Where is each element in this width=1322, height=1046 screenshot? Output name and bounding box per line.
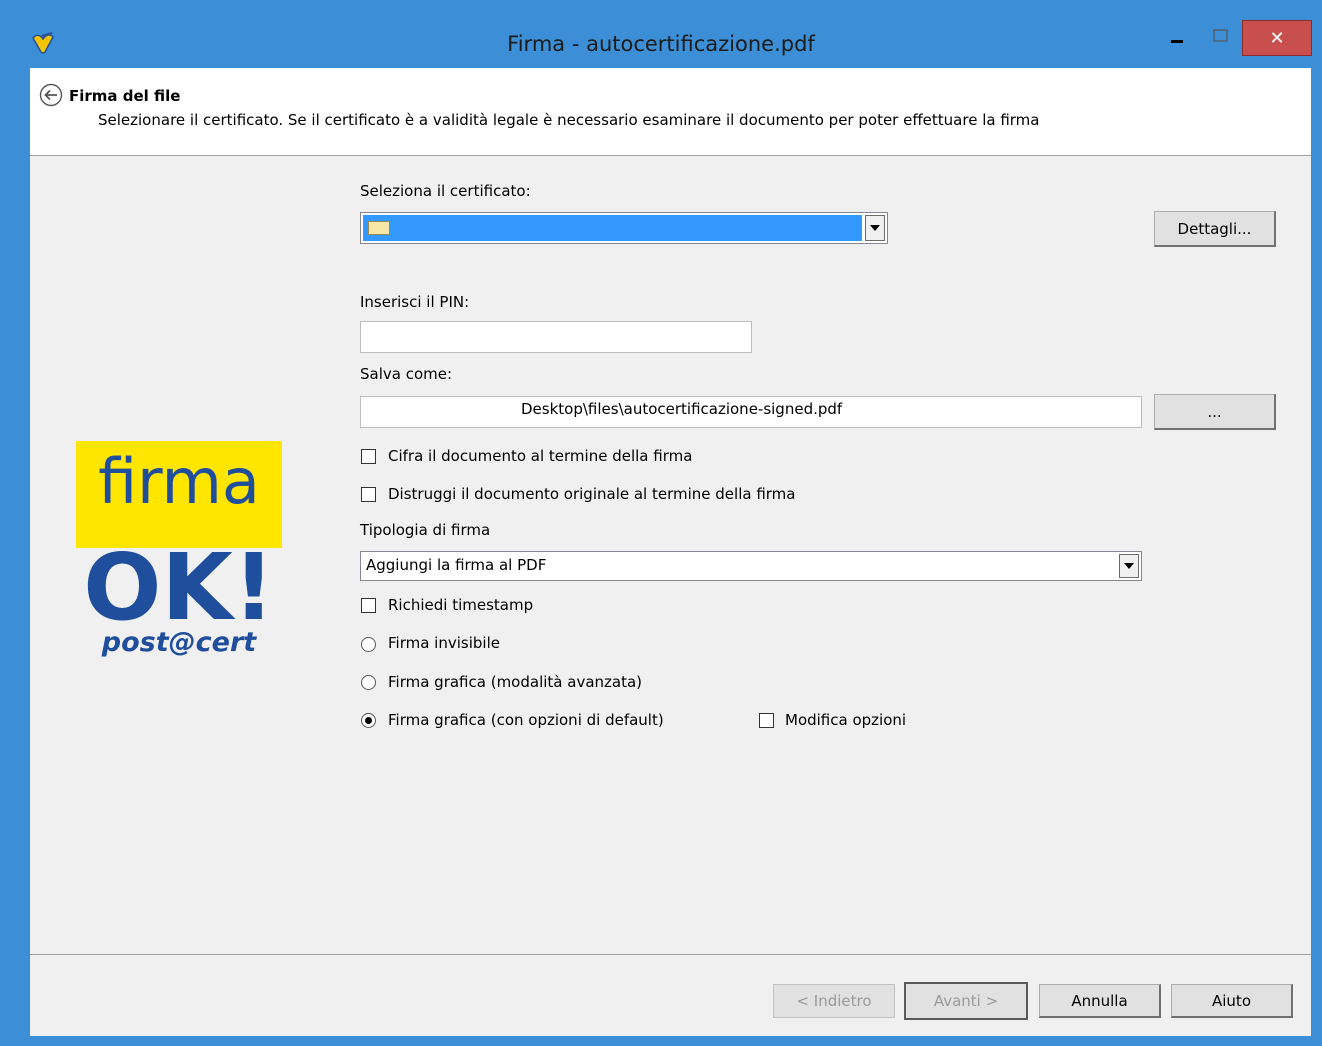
pin-input[interactable] <box>360 321 752 353</box>
chevron-down-icon[interactable] <box>865 215 885 241</box>
page-description: Selezionare il certificato. Se il certif… <box>98 111 1040 129</box>
save-path-value: Desktop\files\autocertificazione-signed.… <box>521 400 843 418</box>
default-graphic-signature-label[interactable]: Firma grafica (con opzioni di default) <box>388 711 664 729</box>
signature-type-select[interactable]: Aggiungi la firma al PDF <box>360 551 1142 581</box>
signature-type-value: Aggiungi la firma al PDF <box>366 556 547 574</box>
advanced-graphic-signature-radio[interactable] <box>361 675 376 690</box>
page-title: Firma del file <box>69 87 181 105</box>
firmaok-logo: firma OK! post@cert <box>76 441 282 658</box>
signature-type-label: Tipologia di firma <box>360 521 491 539</box>
advanced-graphic-signature-label[interactable]: Firma grafica (modalità avanzata) <box>388 673 642 691</box>
pin-label: Inserisci il PIN: <box>360 293 470 311</box>
certificate-icon <box>368 221 390 235</box>
close-icon: ✕ <box>1269 27 1285 49</box>
svg-text:post@cert: post@cert <box>101 627 257 658</box>
window-title: Firma - autocertificazione.pdf <box>507 32 815 56</box>
save-path-input[interactable]: Desktop\files\autocertificazione-signed.… <box>360 396 1142 428</box>
title-bar[interactable]: Firma - autocertificazione.pdf ✕ <box>0 0 1322 68</box>
timestamp-checkbox-label[interactable]: Richiedi timestamp <box>388 596 533 614</box>
next-button[interactable]: Avanti > <box>904 982 1028 1020</box>
save-as-label: Salva come: <box>360 365 453 383</box>
back-button[interactable]: < Indietro <box>773 984 895 1018</box>
timestamp-checkbox[interactable] <box>361 598 376 613</box>
svg-text:firma: firma <box>98 445 260 518</box>
chevron-down-icon[interactable] <box>1119 554 1139 578</box>
wizard-header: Firma del file Selezionare il certificat… <box>30 68 1311 156</box>
details-button[interactable]: Dettagli... <box>1154 211 1276 247</box>
svg-text:OK!: OK! <box>83 534 274 641</box>
cancel-button[interactable]: Annulla <box>1039 984 1161 1018</box>
help-button[interactable]: Aiuto <box>1171 984 1293 1018</box>
maximize-button[interactable] <box>1201 20 1241 56</box>
destroy-checkbox[interactable] <box>361 487 376 502</box>
invisible-signature-label[interactable]: Firma invisibile <box>388 634 500 652</box>
browse-button[interactable]: ... <box>1154 394 1276 430</box>
encrypt-checkbox[interactable] <box>361 449 376 464</box>
close-button[interactable]: ✕ <box>1242 20 1312 56</box>
wizard-body: Firma del file Selezionare il certificat… <box>30 68 1311 1036</box>
back-arrow-icon[interactable] <box>39 83 63 107</box>
window-frame: Firma - autocertificazione.pdf ✕ Firma d… <box>0 0 1322 1046</box>
minimize-button[interactable] <box>1157 20 1197 56</box>
modify-options-checkbox[interactable] <box>759 713 774 728</box>
certificate-label: Seleziona il certificato: <box>360 182 531 200</box>
modify-options-label[interactable]: Modifica opzioni <box>785 711 906 729</box>
footer-divider <box>30 954 1311 955</box>
destroy-checkbox-label[interactable]: Distruggi il documento originale al term… <box>388 485 795 503</box>
certificate-select[interactable] <box>360 212 888 244</box>
encrypt-checkbox-label[interactable]: Cifra il documento al termine della firm… <box>388 447 692 465</box>
invisible-signature-radio[interactable] <box>361 637 376 652</box>
default-graphic-signature-radio[interactable] <box>361 713 376 728</box>
